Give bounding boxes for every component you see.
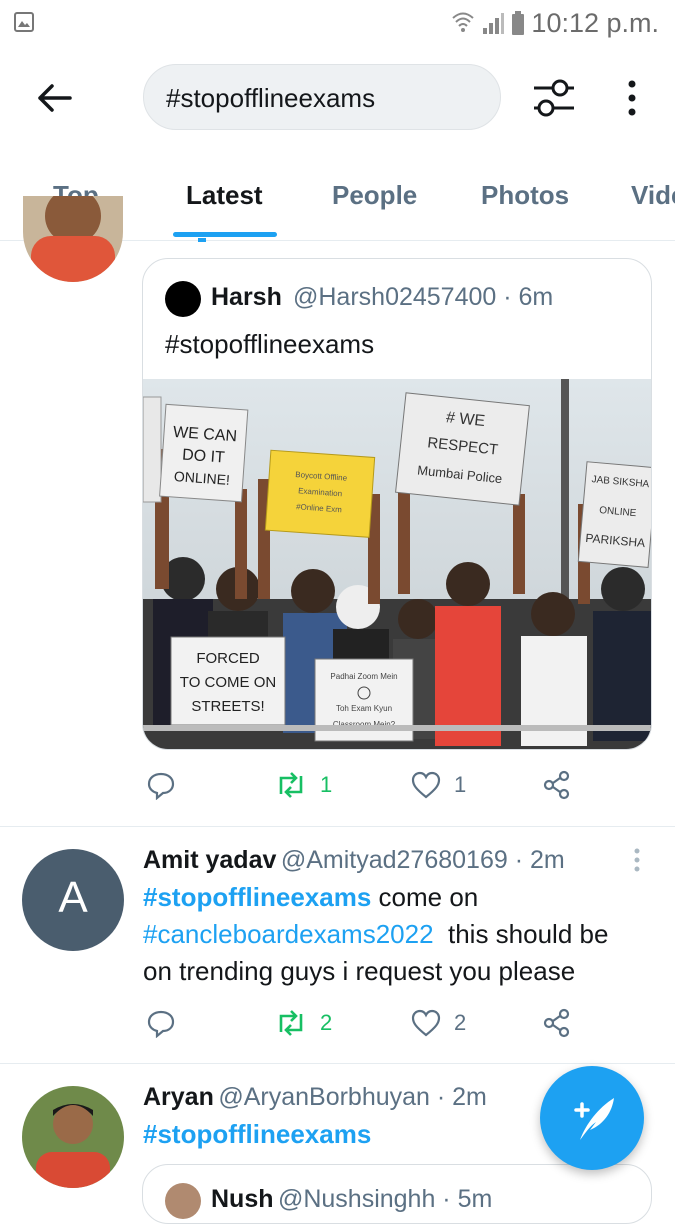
signal-icon <box>483 13 504 34</box>
search-header: #stopofflineexams <box>0 48 675 152</box>
avatar[interactable]: A <box>22 849 124 951</box>
search-filter-icon[interactable] <box>530 76 578 120</box>
tweet-actions: 1 1 <box>142 770 582 810</box>
more-options-icon[interactable] <box>620 76 644 120</box>
avatar-photo <box>23 196 123 282</box>
like-button[interactable]: 2 <box>410 1008 466 1038</box>
share-icon <box>543 1008 570 1038</box>
tweet-text-part: on trending guys i request you please <box>143 956 576 986</box>
heart-icon <box>411 1009 441 1037</box>
svg-text:STREETS!: STREETS! <box>191 698 264 715</box>
tab-latest[interactable]: Latest <box>186 180 263 211</box>
tweet-text: #stopofflineexams <box>143 1116 371 1153</box>
avatar-photo <box>22 1086 124 1188</box>
battery-icon <box>512 11 524 35</box>
reply-button[interactable] <box>146 1008 176 1038</box>
tweet-menu-icon[interactable] <box>630 846 644 876</box>
like-count: 2 <box>454 1010 467 1035</box>
hashtag-fragment <box>198 238 206 242</box>
quoted-tweet[interactable]: Harsh @Harsh02457400 · 6m #stopofflineex… <box>142 258 652 750</box>
reply-icon <box>147 1010 175 1038</box>
gallery-notification-icon <box>14 12 34 32</box>
retweet-button[interactable]: 1 <box>274 770 332 800</box>
tweet-text-part: this should be <box>433 919 609 949</box>
protest-photo[interactable]: WE CAN DO IT ONLINE! Boycott Offline Exa… <box>143 379 652 750</box>
hashtag-link[interactable]: #stopofflineexams <box>143 1119 371 1149</box>
quoted-tweet[interactable]: Nush @Nushsinghh · 5m <box>142 1164 652 1224</box>
quoted-author-name: Nush <box>211 1185 274 1213</box>
tweet-header: Amit yadav @Amityad27680169 · 2m <box>143 846 633 875</box>
like-count: 1 <box>454 772 467 797</box>
divider <box>0 826 675 827</box>
author-name[interactable]: Amit yadav <box>143 846 276 874</box>
share-button[interactable] <box>542 1008 572 1038</box>
compose-tweet-button[interactable] <box>540 1066 644 1170</box>
reply-icon <box>147 772 175 800</box>
quoted-tweet-text: #stopofflineexams <box>165 329 375 359</box>
svg-text:Padhai Zoom Mein: Padhai Zoom Mein <box>330 672 397 681</box>
wifi-icon <box>452 12 474 32</box>
avatar-letter: A <box>58 873 88 922</box>
quoted-author-handle: @Nushsinghh · 5m <box>277 1185 493 1213</box>
tweet-text: #stopofflineexams come on #cancleboardex… <box>143 879 663 990</box>
reply-button[interactable] <box>146 770 176 800</box>
retweet-button[interactable]: 2 <box>274 1008 332 1038</box>
tab-photos[interactable]: Photos <box>481 180 569 211</box>
svg-text:TO COME ON: TO COME ON <box>180 674 276 691</box>
search-query: #stopofflineexams <box>166 83 376 113</box>
search-input[interactable]: #stopofflineexams <box>143 64 501 130</box>
divider <box>0 1063 675 1064</box>
retweet-icon <box>279 1010 303 1036</box>
avatar[interactable] <box>165 1183 201 1219</box>
status-bar: 10:12 p.m. <box>0 0 675 48</box>
compose-feather-icon <box>574 1098 614 1140</box>
author-handle: @Amityad27680169 · 2m <box>280 846 565 874</box>
tweet-actions: 2 2 <box>142 1008 582 1048</box>
svg-text:FORCED: FORCED <box>196 650 260 667</box>
hashtag-link[interactable]: #cancleboardexams2022 <box>143 919 434 949</box>
active-tab-indicator <box>173 232 277 237</box>
status-time: 10:12 p.m. <box>531 8 659 38</box>
quoted-author-name: Harsh <box>211 283 282 311</box>
like-button[interactable]: 1 <box>410 770 466 800</box>
author-handle: @AryanBorbhuyan · 2m <box>218 1083 487 1111</box>
avatar[interactable] <box>22 1086 124 1188</box>
tab-videos[interactable]: Vide <box>631 180 675 211</box>
author-name[interactable]: Aryan <box>143 1083 214 1111</box>
retweet-count: 2 <box>320 1010 333 1035</box>
avatar[interactable] <box>23 196 123 282</box>
hashtag-link[interactable]: #stopofflineexams <box>143 882 371 912</box>
heart-icon <box>411 771 441 799</box>
quoted-author-handle: @Harsh02457400 · 6m <box>293 283 554 311</box>
retweet-icon <box>279 772 303 798</box>
tweet-header: Aryan @AryanBorbhuyan · 2m <box>143 1083 543 1112</box>
svg-text:DO IT: DO IT <box>182 447 226 467</box>
tweet-text-part: come on <box>371 882 479 912</box>
share-button[interactable] <box>542 770 572 800</box>
share-icon <box>543 770 570 800</box>
retweet-count: 1 <box>320 772 333 797</box>
avatar[interactable] <box>165 281 201 317</box>
tab-people[interactable]: People <box>332 180 417 211</box>
svg-text:Toh Exam Kyun: Toh Exam Kyun <box>336 704 392 713</box>
back-arrow-icon[interactable] <box>34 78 74 118</box>
